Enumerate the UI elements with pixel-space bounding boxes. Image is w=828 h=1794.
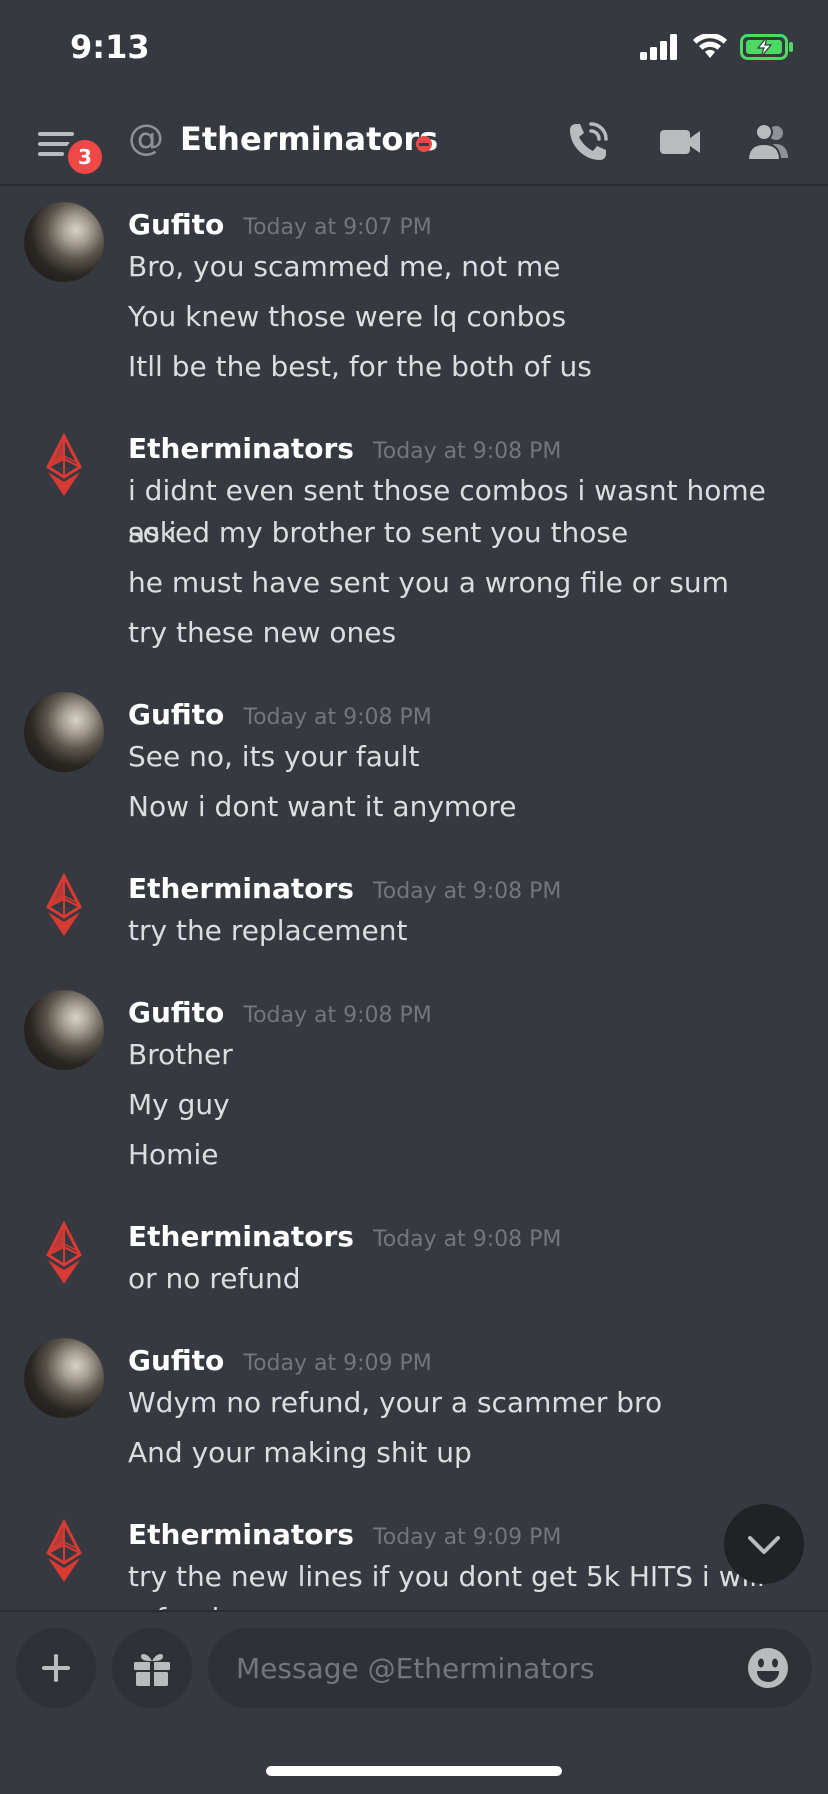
message-text: Wdym no refund, your a scammer bro <box>128 1386 663 1419</box>
author-name[interactable]: Gufito <box>128 698 224 731</box>
avatar[interactable] <box>24 202 104 282</box>
author-name[interactable]: Etherminators <box>128 872 354 905</box>
author-name[interactable]: Etherminators <box>128 1220 354 1253</box>
message-header: Etherminators Today at 9:09 PM <box>128 1518 561 1551</box>
message-header: Etherminators Today at 9:08 PM <box>128 432 561 465</box>
message-timestamp: Today at 9:08 PM <box>243 705 432 730</box>
message-text: Now i dont want it anymore <box>128 790 517 823</box>
message-text: Itll be the best, for the both of us <box>128 350 592 383</box>
dnd-status-icon <box>416 136 432 152</box>
avatar[interactable] <box>24 692 104 772</box>
message-text: or no refund <box>128 1262 301 1295</box>
signal-icon <box>640 34 677 60</box>
avatar[interactable] <box>24 990 104 1070</box>
ethereum-logo-avatar[interactable] <box>24 866 104 946</box>
gift-button[interactable] <box>112 1628 192 1708</box>
dm-title: Etherminators <box>180 120 439 158</box>
author-name[interactable]: Etherminators <box>128 1518 354 1551</box>
message-text: refund you <box>128 1598 788 1610</box>
video-camera-icon[interactable] <box>656 118 704 166</box>
message-header: Etherminators Today at 9:08 PM <box>128 1220 561 1253</box>
message-header: Gufito Today at 9:08 PM <box>128 996 432 1029</box>
author-name[interactable]: Gufito <box>128 996 224 1029</box>
message-header: Gufito Today at 9:07 PM <box>128 208 432 241</box>
message-timestamp: Today at 9:08 PM <box>373 879 562 904</box>
at-icon: @ <box>128 118 164 159</box>
message-text: You knew those were lq conbos <box>128 300 567 333</box>
emoji-icon[interactable] <box>746 1646 790 1690</box>
message-timestamp: Today at 9:08 PM <box>243 1003 432 1028</box>
ethereum-logo-avatar[interactable] <box>24 426 104 506</box>
message-timestamp: Today at 9:08 PM <box>373 439 562 464</box>
ethereum-logo-avatar[interactable] <box>24 1214 104 1294</box>
gift-icon <box>134 1653 170 1686</box>
status-time: 9:13 <box>70 28 150 66</box>
status-bar: 9:13 <box>0 0 828 100</box>
message-text: And your making shit up <box>128 1436 472 1469</box>
message-header: Gufito Today at 9:09 PM <box>128 1344 432 1377</box>
battery-icon <box>740 34 793 60</box>
message-text: Bro, you scammed me, not me <box>128 250 561 283</box>
message-text: Brother <box>128 1038 233 1071</box>
message-text: try the replacement <box>128 914 408 947</box>
message-header: Etherminators Today at 9:08 PM <box>128 872 561 905</box>
avatar[interactable] <box>24 1338 104 1418</box>
message-timestamp: Today at 9:08 PM <box>373 1227 562 1252</box>
dm-header: 3 @ Etherminators <box>0 100 828 186</box>
message-input[interactable] <box>208 1628 812 1708</box>
message-header: Gufito Today at 9:08 PM <box>128 698 432 731</box>
message-timestamp: Today at 9:09 PM <box>373 1525 562 1550</box>
message-timestamp: Today at 9:07 PM <box>243 215 432 240</box>
message-timestamp: Today at 9:09 PM <box>243 1351 432 1376</box>
ethereum-logo-avatar[interactable] <box>24 1512 104 1592</box>
jump-to-present-button[interactable] <box>724 1504 804 1584</box>
message-text: asked my brother to sent you those <box>128 516 629 549</box>
author-name[interactable]: Gufito <box>128 208 224 241</box>
home-indicator[interactable] <box>266 1766 562 1776</box>
message-list[interactable]: Gufito Today at 9:07 PM Bro, you scammed… <box>0 186 828 1610</box>
chevron-down-icon <box>748 1536 780 1554</box>
message-text: Homie <box>128 1138 219 1171</box>
status-icons <box>640 34 794 60</box>
unread-badge: 3 <box>64 136 106 178</box>
author-name[interactable]: Gufito <box>128 1344 224 1377</box>
message-text: My guy <box>128 1088 230 1121</box>
members-icon[interactable] <box>744 118 792 166</box>
message-text: try the new lines if you dont get 5k HIT… <box>128 1560 765 1593</box>
phone-call-icon[interactable] <box>564 118 612 166</box>
message-text: See no, its your fault <box>128 740 420 773</box>
message-text: try these new ones <box>128 616 397 649</box>
plus-icon <box>42 1654 70 1682</box>
author-name[interactable]: Etherminators <box>128 432 354 465</box>
wifi-icon <box>693 34 727 58</box>
attach-button[interactable] <box>16 1628 96 1708</box>
message-text: he must have sent you a wrong file or su… <box>128 566 729 599</box>
